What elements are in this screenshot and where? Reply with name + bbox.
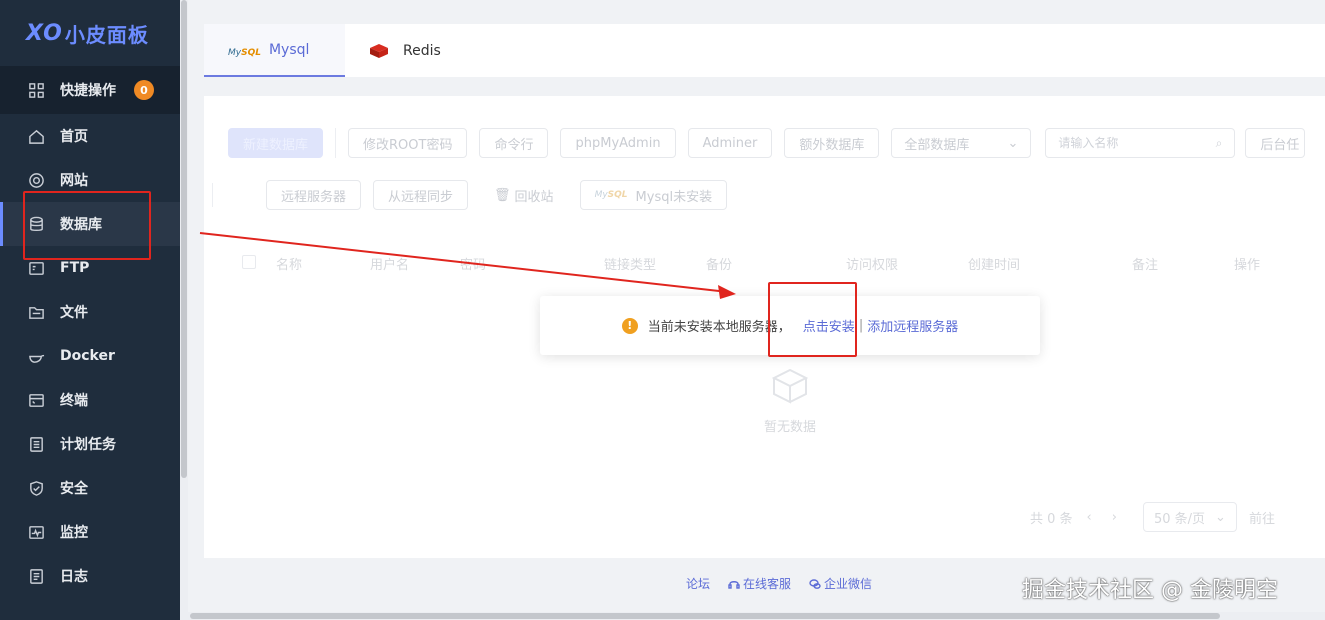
globe-icon [26, 170, 46, 190]
new-database-button[interactable]: 新建数据库 [228, 128, 324, 158]
sidebar-scrollbar[interactable] [180, 0, 188, 620]
sidebar-item-cron[interactable]: 计划任务 [0, 422, 180, 466]
trash-icon: 🗑 [494, 187, 511, 203]
sidebar: XO 小皮面板 快捷操作 0 首页 网站 数据库 FTP 文件 Docker 终… [0, 0, 180, 620]
annotation-box-install [768, 282, 857, 357]
tab-mysql[interactable]: MySQL Mysql [204, 24, 345, 77]
footer-support-link[interactable]: 在线客服 [728, 575, 791, 592]
column-actions: 操作 [1234, 258, 1261, 273]
redis-icon [370, 43, 388, 58]
sidebar-item-label: 计划任务 [60, 437, 116, 453]
quick-actions-badge: 0 [134, 80, 154, 100]
database-tabs: MySQL Mysql Redis [204, 24, 1325, 77]
sidebar-item-label: 首页 [60, 129, 88, 145]
terminal-icon [26, 390, 46, 410]
column-username: 用户名 [370, 258, 410, 273]
sidebar-item-home[interactable]: 首页 [0, 114, 180, 158]
column-password: 密码 [460, 258, 487, 273]
footer-wechat-link[interactable]: 企业微信 [809, 575, 872, 592]
add-remote-server-link[interactable]: 添加远程服务器 [867, 316, 958, 335]
change-root-password-button[interactable]: 修改ROOT密码 [348, 128, 468, 158]
headset-icon [728, 580, 740, 589]
shield-icon [26, 478, 46, 498]
column-created: 创建时间 [968, 258, 1021, 273]
page-size-select[interactable]: 50 条/页 ⌄ [1142, 502, 1237, 532]
sidebar-item-label: 文件 [60, 305, 88, 321]
alert-separator: | [858, 318, 864, 333]
tasks-icon [26, 434, 46, 454]
sidebar-scrollbar-thumb[interactable] [181, 0, 187, 478]
monitor-icon [26, 522, 46, 542]
search-input[interactable] [1058, 136, 1199, 150]
watermark: 掘金技术社区 @ 金陵明空 [1022, 578, 1278, 603]
toolbar-divider [212, 183, 213, 207]
table-header: 名称 用户名 密码 链接类型 备份 访问权限 创建时间 备注 操作 [242, 252, 1325, 274]
grid-icon [26, 80, 46, 100]
sidebar-item-monitor[interactable]: 监控 [0, 510, 180, 554]
sidebar-item-label: Docker [60, 348, 115, 364]
goto-label: 前往 [1248, 511, 1275, 527]
pagination: 共 0 条 ‹ › 50 条/页 ⌄ 前往 [1030, 502, 1275, 532]
adminer-button[interactable]: Adminer [687, 128, 773, 158]
sidebar-item-terminal[interactable]: 终端 [0, 378, 180, 422]
sync-from-remote-button[interactable]: 从远程同步 [373, 180, 469, 210]
tab-redis[interactable]: Redis [345, 24, 465, 77]
chevron-down-icon: ⌄ [1007, 135, 1019, 151]
sidebar-item-security[interactable]: 安全 [0, 466, 180, 510]
toolbar-row-1: 新建数据库 修改ROOT密码 命令行 phpMyAdmin Adminer 额外… [228, 128, 1306, 158]
column-backup: 备份 [706, 258, 733, 273]
chevron-right-icon[interactable]: › [1112, 510, 1117, 525]
command-line-button[interactable]: 命令行 [479, 128, 549, 158]
sidebar-item-quick-actions[interactable]: 快捷操作 0 [0, 66, 180, 114]
sidebar-item-label: 终端 [60, 393, 88, 409]
column-link-type: 链接类型 [604, 258, 657, 273]
database-filter-select[interactable]: 全部数据库 ⌄ [891, 128, 1032, 158]
search-icon[interactable]: ⌕ [1216, 136, 1223, 151]
empty-state: 暂无数据 [764, 366, 816, 435]
sidebar-item-label: 日志 [60, 569, 88, 585]
log-icon [26, 566, 46, 586]
phpmyadmin-button[interactable]: phpMyAdmin [560, 128, 676, 158]
column-remark: 备注 [1132, 258, 1159, 273]
home-icon [26, 126, 46, 146]
sidebar-item-logs[interactable]: 日志 [0, 554, 180, 598]
mysql-not-installed-button[interactable]: MySQL Mysql未安装 [579, 180, 728, 210]
background-task-button[interactable]: 后台任 [1245, 128, 1306, 158]
sidebar-item-docker[interactable]: Docker [0, 334, 180, 378]
mysql-icon: MySQL [228, 47, 261, 58]
footer-links: 论坛 在线客服 企业微信 [686, 575, 890, 592]
recycle-bin-button[interactable]: 🗑 回收站 [480, 180, 568, 210]
search-box: ⌕ [1045, 128, 1236, 158]
sidebar-item-label: 网站 [60, 173, 88, 189]
sidebar-item-label: 快捷操作 [60, 83, 116, 99]
chevron-left-icon[interactable]: ‹ [1087, 510, 1092, 525]
sidebar-item-label: 安全 [60, 481, 88, 497]
select-all-checkbox[interactable] [242, 255, 256, 269]
warning-icon: ! [621, 317, 638, 334]
mysql-icon: MySQL [594, 190, 628, 200]
column-access: 访问权限 [846, 258, 899, 273]
docker-icon [26, 346, 46, 366]
pagination-total: 共 0 条 [1030, 511, 1073, 527]
remote-server-button[interactable]: 远程服务器 [266, 180, 362, 210]
app-logo[interactable]: XO 小皮面板 [0, 0, 180, 66]
annotation-box-database [23, 191, 151, 260]
folder-icon [26, 302, 46, 322]
footer-forum-link[interactable]: 论坛 [686, 575, 710, 592]
ftp-icon [26, 258, 46, 278]
toolbar-divider [335, 128, 337, 158]
empty-box-icon [771, 368, 809, 404]
sidebar-item-label: 监控 [60, 525, 88, 541]
toolbar-row-2: 远程服务器 从远程同步 🗑 回收站 MySQL Mysql未安装 [212, 180, 739, 210]
sidebar-item-label: FTP [60, 260, 90, 276]
wechat-icon [809, 578, 821, 589]
horizontal-scrollbar-thumb[interactable] [190, 613, 1220, 619]
extra-database-button[interactable]: 额外数据库 [784, 128, 880, 158]
sidebar-item-files[interactable]: 文件 [0, 290, 180, 334]
chevron-down-icon: ⌄ [1215, 509, 1226, 525]
column-name: 名称 [276, 258, 303, 273]
horizontal-scrollbar[interactable] [188, 612, 1325, 620]
